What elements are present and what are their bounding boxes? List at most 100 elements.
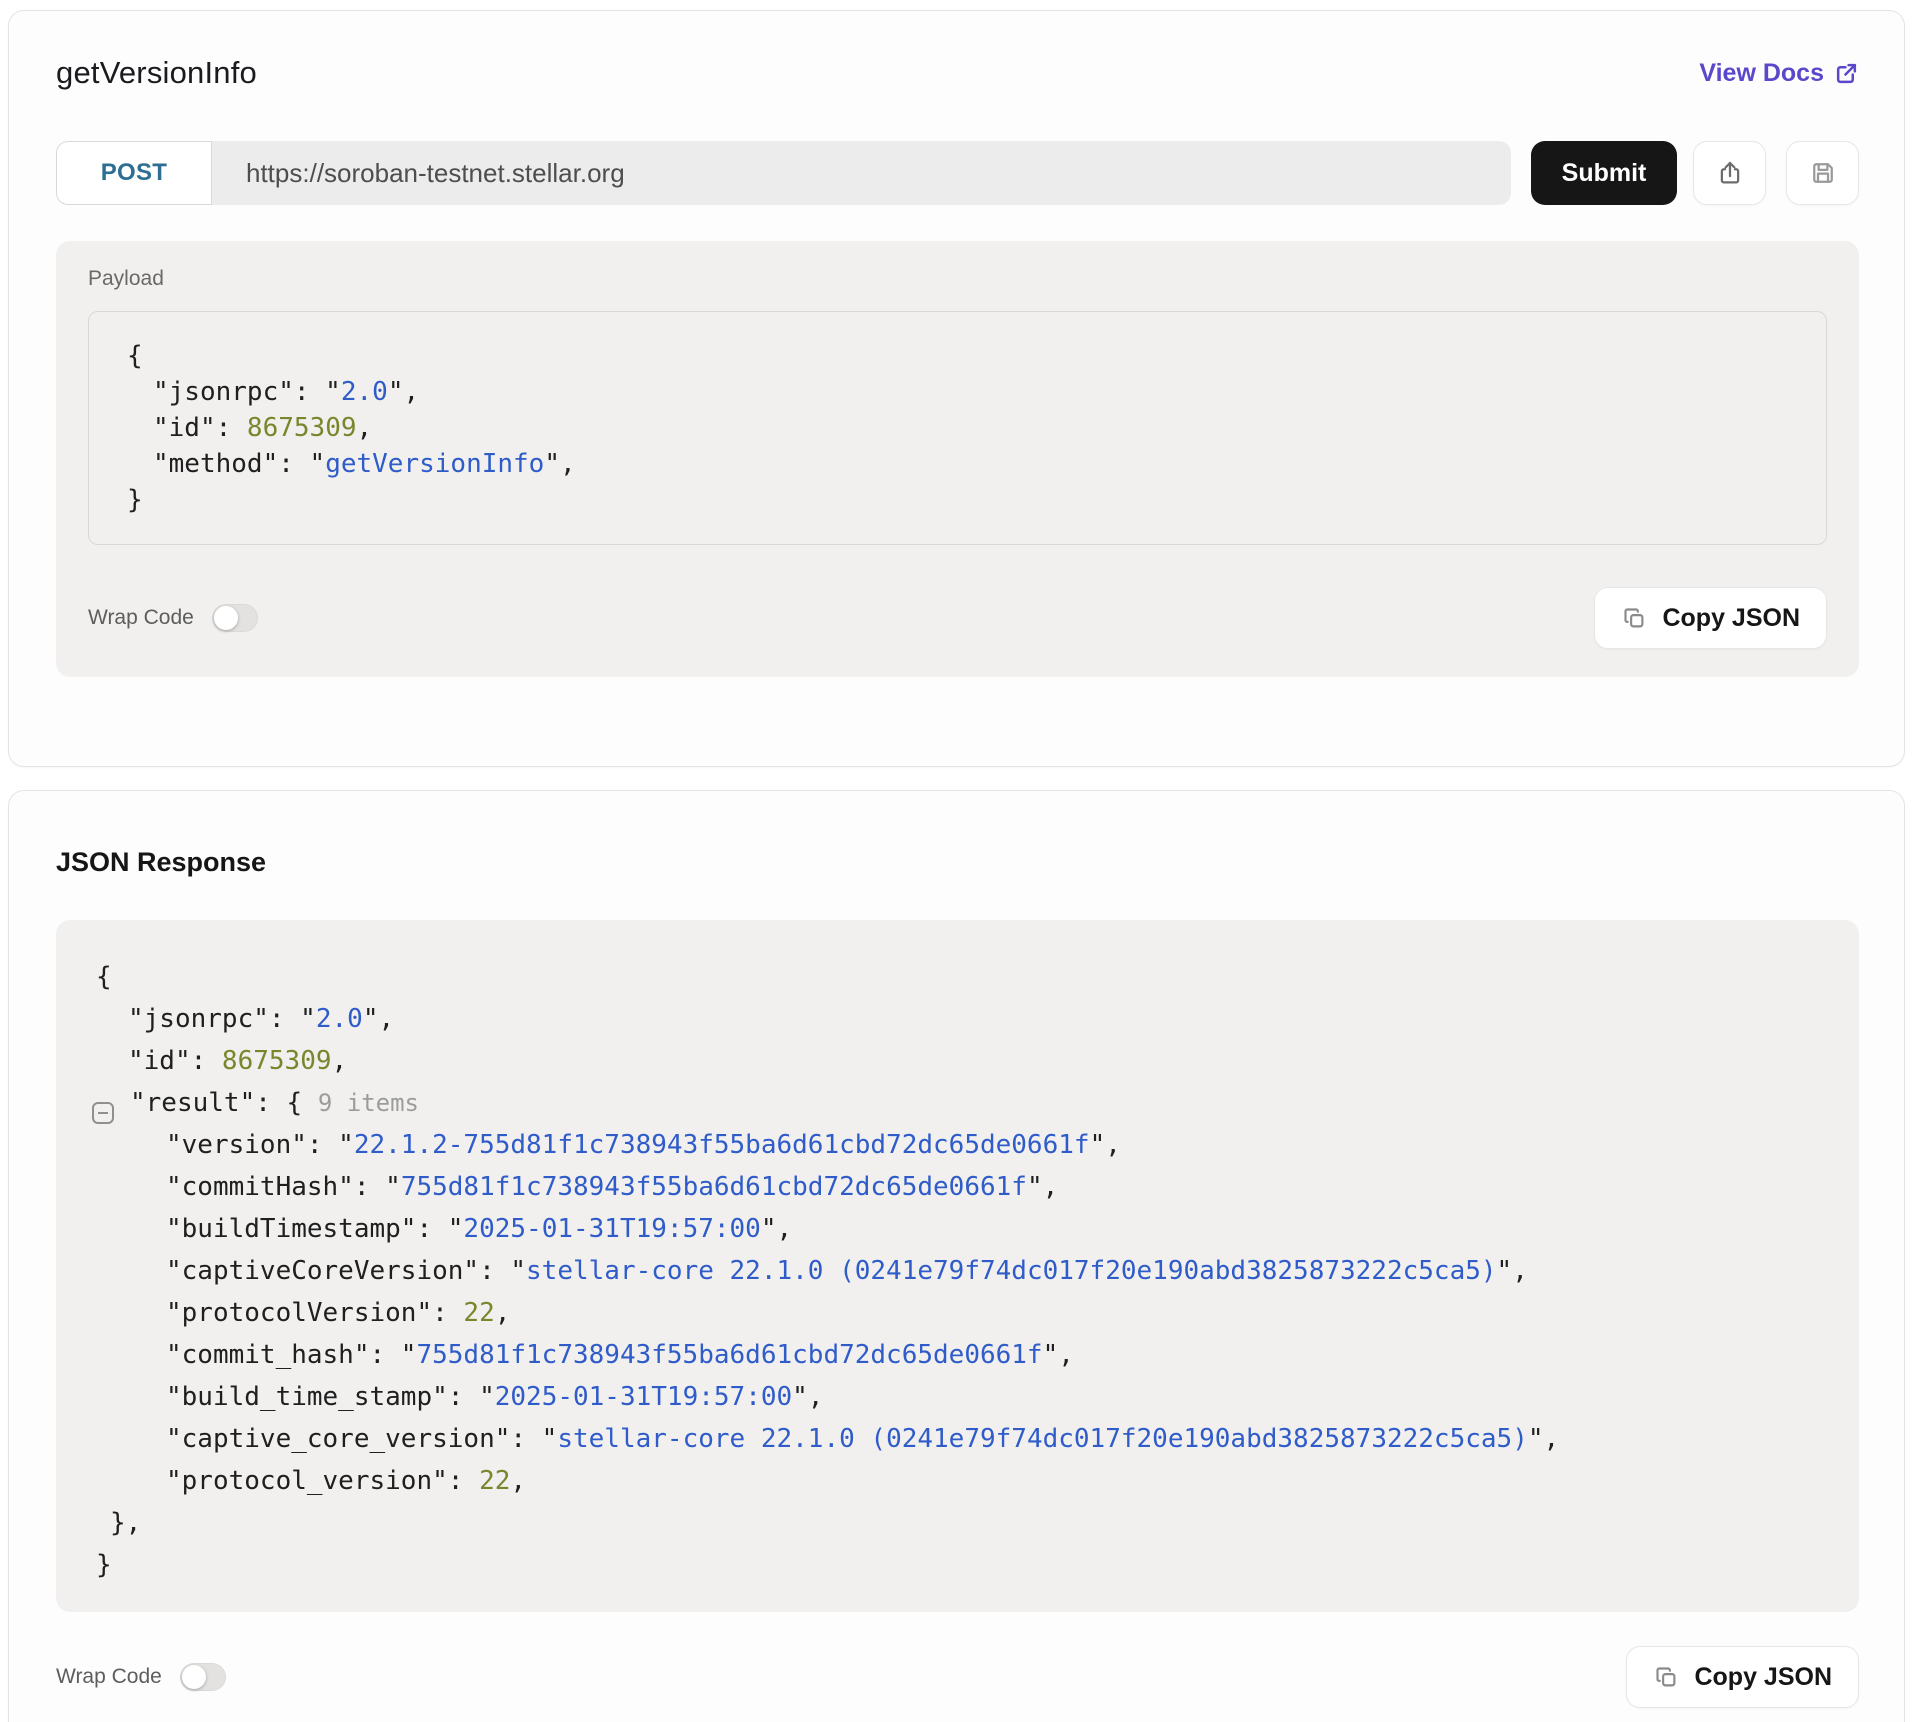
code-text: "commitHash": "	[166, 1172, 401, 1202]
code-line: {	[84, 956, 1831, 998]
code-line: "method": "getVersionInfo",	[117, 446, 1798, 482]
save-icon	[1808, 158, 1838, 188]
code-text: ",	[388, 377, 419, 407]
wrap-code-group: Wrap Code	[88, 604, 258, 632]
code-number: 22	[479, 1466, 510, 1496]
request-row: POST Submit	[56, 141, 1859, 205]
code-text: }	[127, 485, 143, 515]
code-text: }	[96, 1550, 112, 1580]
code-number: 22	[463, 1298, 494, 1328]
items-count-badge: 9 items	[318, 1089, 419, 1117]
wrap-code-group: Wrap Code	[56, 1663, 226, 1691]
page-title: getVersionInfo	[56, 55, 257, 91]
response-footer: Wrap Code Copy JSON	[56, 1646, 1859, 1708]
code-text: {	[127, 341, 143, 371]
code-text: ",	[1090, 1130, 1121, 1160]
code-text: ",	[792, 1382, 823, 1412]
code-string: 2.0	[316, 1004, 363, 1034]
wrap-code-toggle[interactable]	[212, 604, 258, 632]
code-text: "id":	[153, 413, 247, 443]
code-text: "captiveCoreVersion": "	[166, 1256, 526, 1286]
code-line: "id": 8675309,	[84, 1040, 1831, 1082]
code-text: ",	[1528, 1424, 1559, 1454]
code-line: {	[117, 338, 1798, 374]
code-line: "buildTimestamp": "2025-01-31T19:57:00",	[84, 1208, 1831, 1250]
copy-json-button[interactable]: Copy JSON	[1626, 1646, 1859, 1708]
code-line: "commit_hash": "755d81f1c738943f55ba6d61…	[84, 1334, 1831, 1376]
wrap-code-label: Wrap Code	[56, 1665, 162, 1689]
copy-json-label: Copy JSON	[1662, 604, 1800, 633]
code-text: "buildTimestamp": "	[166, 1214, 463, 1244]
payload-label: Payload	[88, 267, 1827, 291]
wrap-code-label: Wrap Code	[88, 606, 194, 630]
toggle-knob-icon	[214, 606, 238, 630]
code-string: stellar-core 22.1.0 (0241e79f74dc017f20e…	[526, 1256, 1497, 1286]
submit-button[interactable]: Submit	[1531, 141, 1677, 205]
code-line: "build_time_stamp": "2025-01-31T19:57:00…	[84, 1376, 1831, 1418]
code-text: "jsonrpc": "	[128, 1004, 316, 1034]
method-selector[interactable]: POST	[56, 141, 212, 205]
request-card-header: getVersionInfo View Docs	[56, 55, 1859, 91]
code-line: "id": 8675309,	[117, 410, 1798, 446]
code-line: },	[84, 1502, 1831, 1544]
code-string: 2025-01-31T19:57:00	[463, 1214, 760, 1244]
code-string: 755d81f1c738943f55ba6d61cbd72dc65de0661f	[416, 1340, 1042, 1370]
code-text: ,	[510, 1466, 526, 1496]
request-card: getVersionInfo View Docs POST Submit	[8, 10, 1905, 767]
code-text: ",	[544, 449, 575, 479]
code-line: "protocolVersion": 22,	[84, 1292, 1831, 1334]
code-line: "captiveCoreVersion": "stellar-core 22.1…	[84, 1250, 1831, 1292]
code-string: 755d81f1c738943f55ba6d61cbd72dc65de0661f	[401, 1172, 1027, 1202]
response-code-viewer[interactable]: {"jsonrpc": "2.0","id": 8675309,"result"…	[56, 920, 1859, 1612]
code-text: ,	[495, 1298, 511, 1328]
code-text: ",	[1497, 1256, 1528, 1286]
view-docs-label: View Docs	[1699, 59, 1824, 88]
code-string: getVersionInfo	[325, 449, 544, 479]
code-line: "version": "22.1.2-755d81f1c738943f55ba6…	[84, 1124, 1831, 1166]
code-text: {	[96, 962, 112, 992]
code-line: }	[84, 1544, 1831, 1586]
code-line: "jsonrpc": "2.0",	[117, 374, 1798, 410]
code-text: ,	[332, 1046, 348, 1076]
collapse-icon[interactable]	[92, 1102, 114, 1124]
code-text: "version": "	[166, 1130, 354, 1160]
code-text: },	[110, 1508, 141, 1538]
code-text: "protocolVersion":	[166, 1298, 463, 1328]
toggle-knob-icon	[182, 1665, 206, 1689]
copy-icon	[1653, 1664, 1680, 1691]
share-button[interactable]	[1693, 141, 1766, 205]
code-line: }	[117, 482, 1798, 518]
method-label: POST	[101, 159, 168, 187]
code-text: ",	[363, 1004, 394, 1034]
payload-code-editor[interactable]: {"jsonrpc": "2.0","id": 8675309,"method"…	[88, 311, 1827, 545]
code-line: "result": { 9 items	[84, 1082, 1831, 1124]
code-text: "result": {	[130, 1088, 318, 1118]
endpoint-url-input[interactable]	[212, 141, 1511, 205]
code-text: "captive_core_version": "	[166, 1424, 557, 1454]
payload-panel: Payload {"jsonrpc": "2.0","id": 8675309,…	[56, 241, 1859, 677]
response-title: JSON Response	[56, 847, 1859, 878]
code-text: "jsonrpc": "	[153, 377, 341, 407]
code-text: ",	[1043, 1340, 1074, 1370]
copy-icon	[1621, 605, 1648, 632]
save-button[interactable]	[1786, 141, 1859, 205]
copy-json-label: Copy JSON	[1694, 1663, 1832, 1692]
code-number: 8675309	[247, 413, 357, 443]
code-line: "jsonrpc": "2.0",	[84, 998, 1831, 1040]
code-number: 8675309	[222, 1046, 332, 1076]
response-card: JSON Response {"jsonrpc": "2.0","id": 86…	[8, 790, 1905, 1722]
code-text: ",	[1027, 1172, 1058, 1202]
code-text: "method": "	[153, 449, 325, 479]
external-link-icon	[1834, 61, 1859, 86]
code-string: 2025-01-31T19:57:00	[495, 1382, 792, 1412]
code-string: 22.1.2-755d81f1c738943f55ba6d61cbd72dc65…	[354, 1130, 1090, 1160]
payload-footer: Wrap Code Copy JSON	[88, 587, 1827, 649]
code-text: "id":	[128, 1046, 222, 1076]
copy-json-button[interactable]: Copy JSON	[1594, 587, 1827, 649]
view-docs-link[interactable]: View Docs	[1699, 59, 1859, 88]
code-text: ,	[357, 413, 373, 443]
wrap-code-toggle[interactable]	[180, 1663, 226, 1691]
code-line: "protocol_version": 22,	[84, 1460, 1831, 1502]
code-line: "captive_core_version": "stellar-core 22…	[84, 1418, 1831, 1460]
code-text: "build_time_stamp": "	[166, 1382, 495, 1412]
